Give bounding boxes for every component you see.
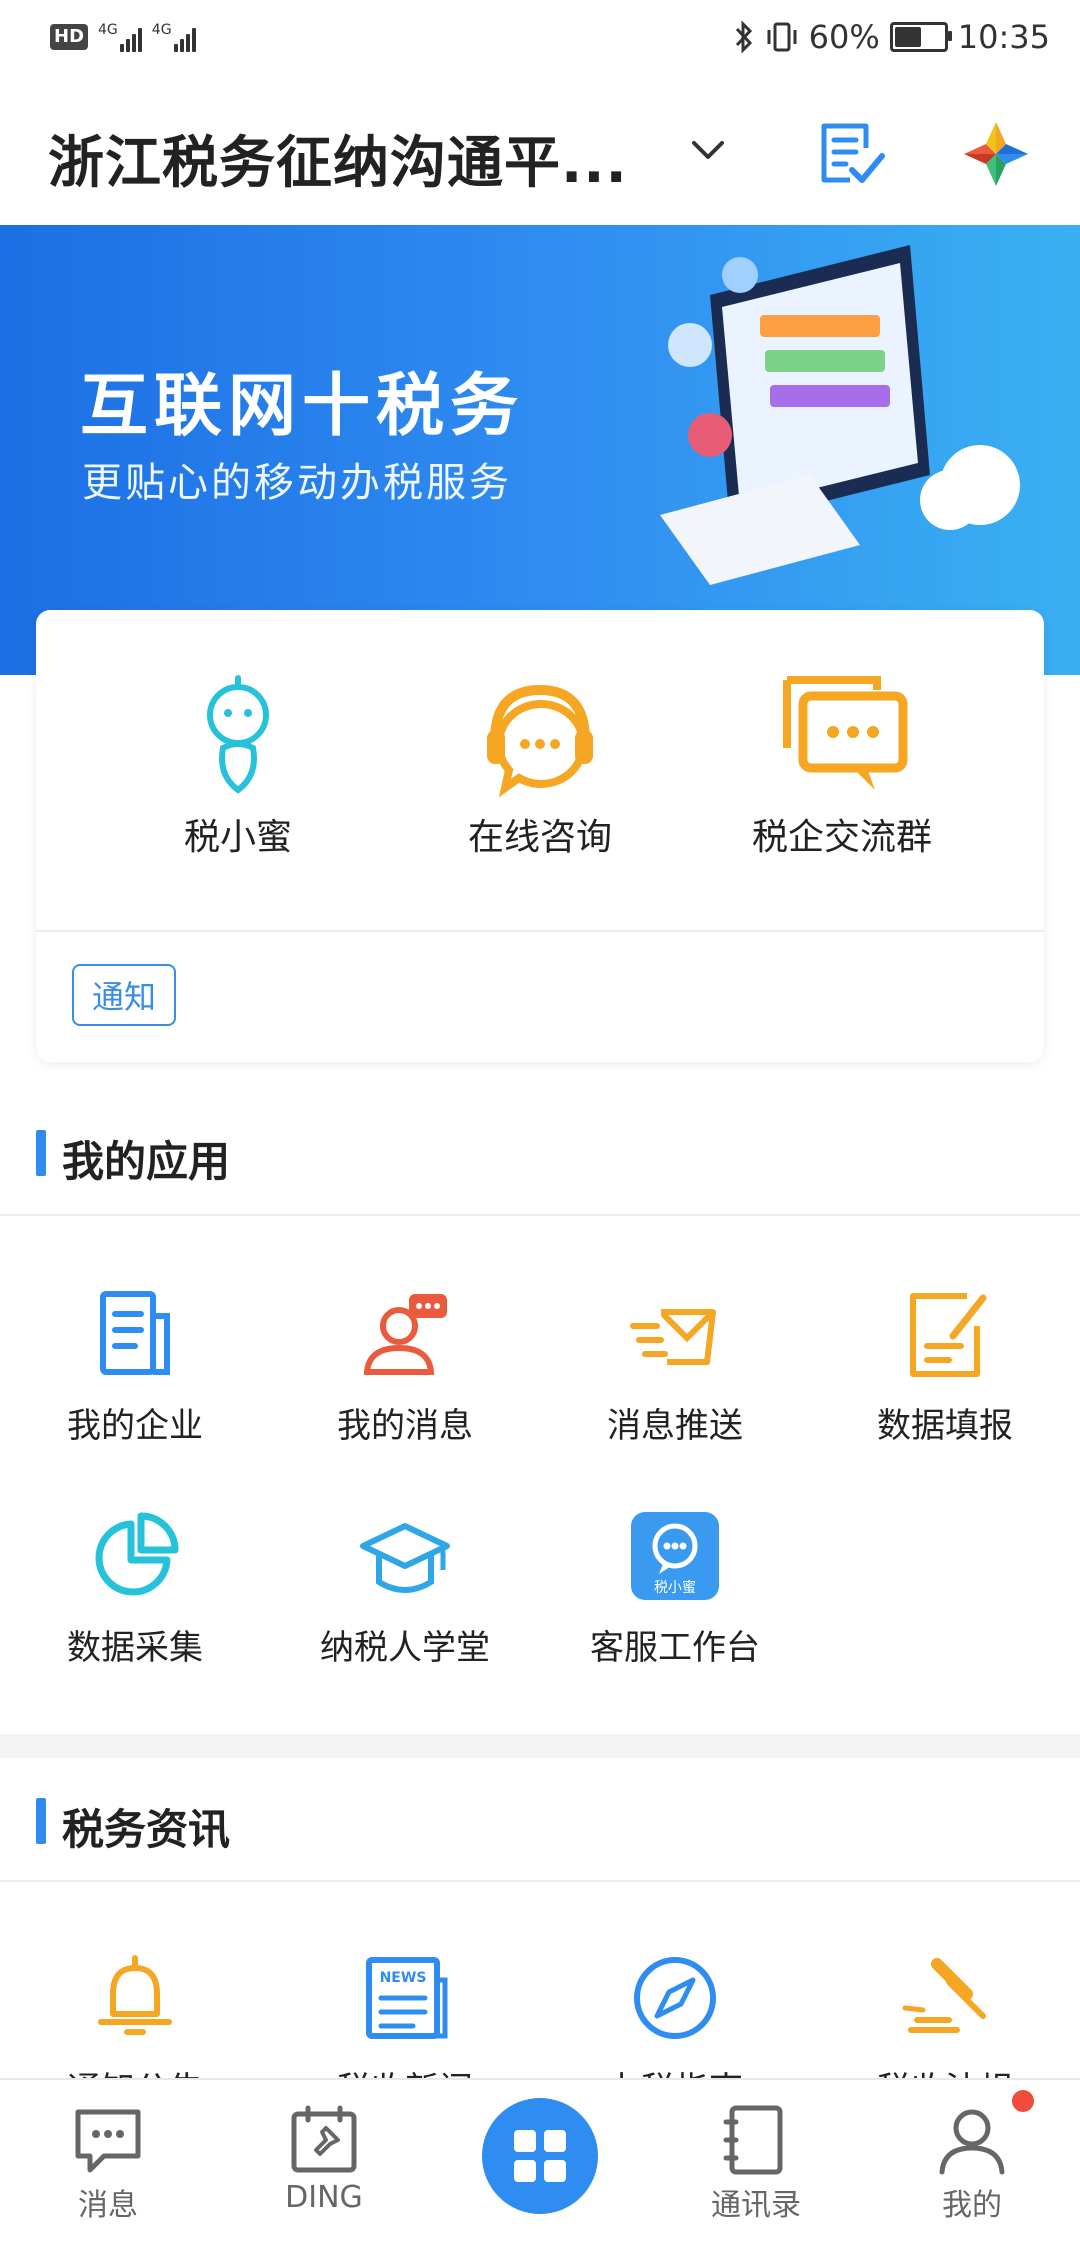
card-divider [36, 930, 1044, 932]
nav-label: DING [285, 2180, 363, 2215]
banner-headline: 互联网十税务 [80, 367, 525, 446]
quick-action-shuixiaomi[interactable]: 税小蜜 [88, 670, 388, 860]
send-mail-icon [630, 1309, 716, 1365]
app-my-enterprise[interactable]: 我的企业 [0, 1286, 270, 1447]
app-data-report[interactable]: 数据填报 [810, 1286, 1080, 1447]
app-label: 数据填报 [877, 1406, 1013, 1446]
status-right: 60% 10:35 [733, 18, 1050, 56]
section-gap [0, 1734, 1080, 1758]
app-my-messages[interactable]: 我的消息 [270, 1286, 540, 1447]
tax-news-title: 税务资讯 [62, 1805, 231, 1854]
app-label: 消息推送 [607, 1406, 743, 1446]
app-label: 客服工作台 [590, 1628, 760, 1668]
clock: 10:35 [957, 18, 1050, 56]
chevron-down-icon[interactable] [688, 130, 728, 170]
promo-banner[interactable]: 互联网十税务 更贴心的移动办税服务 [0, 225, 1080, 675]
nav-profile[interactable]: 我的 [892, 2102, 1052, 2224]
quick-action-tax-group[interactable]: 税企交流群 [692, 670, 992, 860]
compass-icon [634, 1957, 716, 2039]
battery-percent: 60% [808, 18, 880, 56]
battery-icon [889, 22, 952, 52]
section-accent-bar [36, 1130, 46, 1176]
section-divider [0, 1214, 1080, 1216]
nav-workbench[interactable] [482, 2098, 598, 2214]
nav-ding[interactable]: DING [244, 2102, 404, 2215]
computer-illustration [660, 245, 1020, 585]
nav-label: 我的 [942, 2188, 1002, 2223]
app-message-push[interactable]: 消息推送 [540, 1286, 810, 1447]
hd-badge: HD [50, 24, 89, 50]
section-accent-bar [36, 1798, 46, 1844]
banner-subline: 更贴心的移动办税服务 [82, 460, 512, 506]
contacts-icon [723, 2105, 783, 2175]
org-title[interactable]: 浙江税务征纳沟通平... [48, 118, 628, 199]
headset-chat-icon [487, 684, 593, 798]
quick-action-label: 税小蜜 [183, 817, 292, 858]
user-message-icon [363, 1294, 447, 1375]
service-bot-icon: 税小蜜 [631, 1512, 719, 1600]
service-badge-text: 税小蜜 [654, 1580, 696, 1596]
todo-check-icon[interactable] [816, 118, 886, 188]
robot-icon [207, 675, 269, 794]
graduation-cap-icon [360, 1523, 450, 1593]
app-label: 我的企业 [67, 1406, 203, 1446]
news-badge-text: NEWS [380, 1970, 427, 1986]
edit-form-icon [910, 1293, 987, 1377]
bell-icon [98, 1955, 172, 2035]
app-logo-icon[interactable] [960, 118, 1032, 190]
news-icon: NEWS [366, 1957, 448, 2039]
app-data-collection[interactable]: 数据采集 [0, 1508, 270, 1669]
bluetooth-icon [735, 20, 752, 54]
document-icon [100, 1291, 170, 1375]
my-apps-title: 我的应用 [62, 1137, 231, 1186]
nav-label: 通讯录 [711, 2188, 801, 2223]
notice-button[interactable]: 通知 [72, 964, 176, 1026]
pie-chart-icon [95, 1512, 179, 1596]
nav-label: 消息 [78, 2188, 138, 2223]
profile-icon [939, 2109, 1005, 2175]
vibrate-icon [767, 22, 797, 52]
app-label: 纳税人学堂 [320, 1628, 490, 1668]
app-taxpayer-school[interactable]: 纳税人学堂 [270, 1508, 540, 1669]
signal-icon-2: 4G [152, 22, 196, 52]
app-label: 数据采集 [67, 1628, 203, 1668]
network-type-2: 4G [151, 22, 172, 38]
gavel-icon [902, 1958, 986, 2033]
network-type-1: 4G [98, 22, 118, 38]
section-divider [0, 1880, 1080, 1882]
signal-icon: 4G [98, 22, 142, 52]
nav-contacts[interactable]: 通讯录 [676, 2102, 836, 2224]
status-left: HD 4G 4G [50, 22, 196, 52]
quick-action-online-consult[interactable]: 在线咨询 [390, 670, 690, 860]
ding-icon [291, 2105, 357, 2173]
workbench-grid-icon [514, 2130, 566, 2182]
nav-messages[interactable]: 消息 [28, 2102, 188, 2224]
quick-actions-card: 税小蜜 在线咨询 税企交流群 通知 [36, 610, 1044, 1062]
message-icon [75, 2109, 141, 2173]
unread-dot [1012, 2090, 1034, 2112]
quick-action-label: 税企交流群 [751, 817, 932, 858]
chat-bubble-icon [783, 676, 908, 790]
quick-action-label: 在线咨询 [467, 817, 612, 858]
app-label: 我的消息 [337, 1406, 473, 1446]
app-service-desk[interactable]: 税小蜜 客服工作台 [540, 1508, 810, 1669]
